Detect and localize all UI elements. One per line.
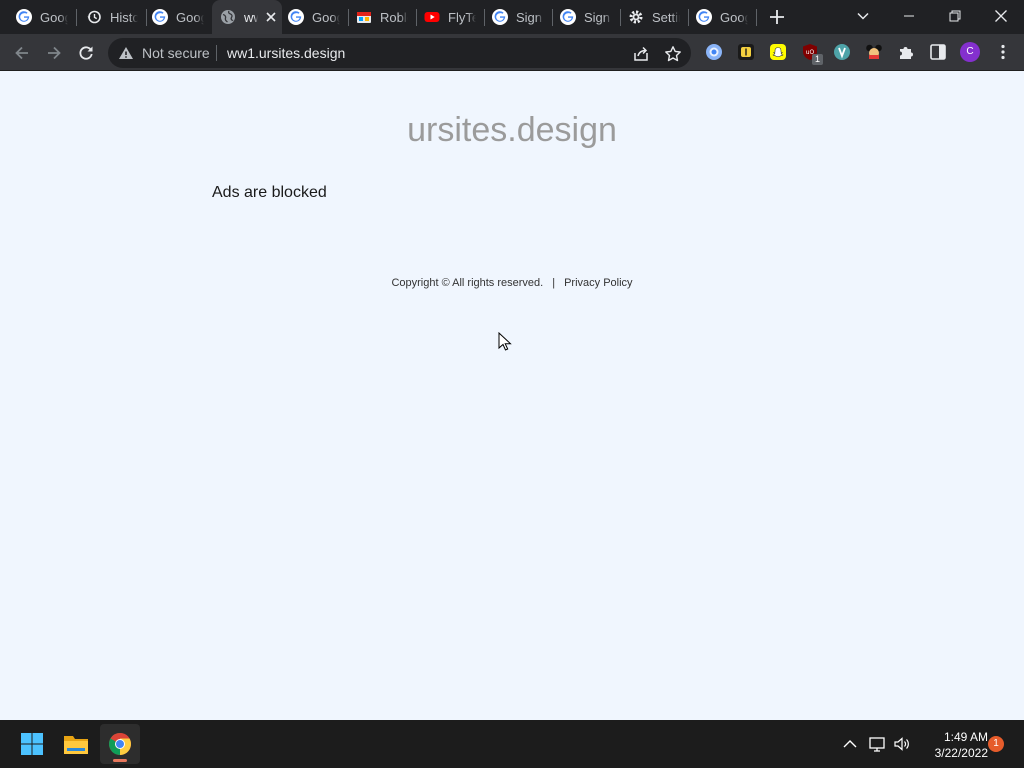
google-icon — [560, 9, 576, 25]
restore-icon — [949, 10, 961, 22]
google-icon — [696, 9, 712, 25]
tab-title: Google — [176, 9, 204, 25]
back-arrow-icon — [15, 46, 28, 60]
reload-icon — [79, 46, 93, 60]
restore-button[interactable] — [932, 0, 978, 32]
ads-blocked-message: Ads are blocked — [212, 184, 327, 201]
bookmark-star-icon[interactable] — [664, 45, 682, 63]
google-icon — [288, 9, 304, 25]
network-icon[interactable] — [868, 735, 886, 753]
new-tab-icon[interactable] — [766, 6, 788, 28]
tab-title: Google — [40, 9, 68, 25]
tab-youtube[interactable]: FlyTe — [416, 0, 482, 34]
gear-icon — [629, 10, 643, 24]
extensions-puzzle-icon[interactable] — [897, 43, 915, 61]
share-icon[interactable] — [632, 45, 650, 63]
back-button[interactable] — [10, 41, 34, 65]
windows-logo-icon — [21, 733, 43, 755]
web-page: ursites.design Ads are blocked Copyright… — [0, 71, 1024, 720]
tab-title: Sign in — [516, 9, 544, 25]
show-hidden-icons-chevron-icon[interactable] — [841, 735, 859, 753]
tab-google-4[interactable]: Google — [688, 0, 754, 34]
chevron-down-icon — [857, 12, 869, 20]
file-explorer-button[interactable] — [56, 724, 96, 764]
tab-separator — [756, 9, 757, 26]
tab-strip: Google History Google ww1.ursites.design — [0, 0, 1024, 34]
url-text[interactable]: ww1.ursites.design — [227, 45, 345, 61]
mouse-cursor-icon — [498, 332, 512, 351]
more-menu-icon[interactable] — [994, 43, 1012, 61]
volume-icon[interactable] — [893, 735, 911, 753]
tab-title: Google — [720, 9, 748, 25]
tab-sign-in-2[interactable]: Sign in — [552, 0, 618, 34]
extension-money-icon[interactable] — [737, 43, 755, 61]
active-app-indicator — [113, 759, 127, 762]
extension-teal-icon[interactable] — [833, 43, 851, 61]
footer-separator: | — [552, 277, 556, 289]
warning-icon[interactable] — [118, 46, 134, 60]
clock-date: 3/22/2022 — [934, 746, 988, 760]
omnibox-divider — [216, 45, 217, 61]
address-bar[interactable]: Not secure ww1.ursites.design — [108, 38, 691, 68]
youtube-icon — [424, 12, 440, 22]
snapchat-icon[interactable] — [769, 43, 787, 61]
tab-title: Google — [312, 9, 340, 25]
privacy-policy-link[interactable]: Privacy Policy — [564, 277, 632, 289]
close-window-button[interactable] — [978, 0, 1024, 32]
forward-button[interactable] — [42, 41, 66, 65]
tab-title: History — [110, 9, 138, 25]
copyright-text: Copyright © All rights reserved. — [391, 277, 544, 289]
reload-button[interactable] — [74, 41, 98, 65]
tab-google-3[interactable]: Google — [280, 0, 346, 34]
minimize-icon — [904, 15, 914, 17]
chrome-taskbar-button[interactable] — [100, 724, 140, 764]
close-icon — [995, 10, 1007, 22]
history-icon — [87, 10, 101, 24]
globe-icon — [221, 10, 235, 24]
extension-blue-circle-icon[interactable] — [705, 43, 723, 61]
tab-title: Roblox — [380, 9, 408, 25]
tab-title: Settings — [652, 9, 680, 25]
tab-title: ww1.ursites.design — [244, 9, 258, 25]
tab-sign-in-1[interactable]: Sign in — [484, 0, 550, 34]
system-clock[interactable]: 1:49 AM 3/22/2022 — [918, 729, 988, 761]
windows-taskbar: 1:49 AM 3/22/2022 1 — [0, 720, 1024, 768]
site-title[interactable]: ursites.design — [0, 111, 1024, 150]
browser-toolbar: Not secure ww1.ursites.design uO 1 C — [0, 34, 1024, 71]
clock-time: 1:49 AM — [943, 730, 988, 744]
forward-arrow-icon — [48, 46, 61, 60]
security-status-label[interactable]: Not secure — [142, 45, 210, 61]
close-tab-icon[interactable] — [264, 10, 278, 24]
side-panel-icon[interactable] — [929, 43, 947, 61]
roblox-icon — [357, 12, 371, 23]
notification-badge[interactable]: 1 — [988, 736, 1004, 752]
google-icon — [152, 9, 168, 25]
tab-google-1[interactable]: Google — [8, 0, 74, 34]
page-footer: Copyright © All rights reserved. | Privacy… — [0, 277, 1024, 289]
folder-icon — [64, 736, 88, 754]
tab-title: Sign in — [584, 9, 612, 25]
chrome-icon — [109, 733, 131, 755]
google-icon — [492, 9, 508, 25]
tab-roblox[interactable]: Roblox — [348, 0, 414, 34]
start-button[interactable] — [12, 724, 52, 764]
profile-avatar[interactable]: C — [960, 42, 980, 62]
ublock-badge: 1 — [812, 54, 824, 65]
minimize-button[interactable] — [886, 0, 932, 32]
tab-settings[interactable]: Settings — [620, 0, 686, 34]
tab-title: FlyTe — [448, 9, 476, 25]
tab-google-2[interactable]: Google — [144, 0, 210, 34]
extension-mouse-icon[interactable] — [865, 43, 883, 61]
tab-separator — [76, 9, 77, 26]
tab-history[interactable]: History — [78, 0, 144, 34]
tab-search-button[interactable] — [840, 0, 886, 32]
google-icon — [16, 9, 32, 25]
tab-active-ursites[interactable]: ww1.ursites.design — [212, 0, 282, 34]
